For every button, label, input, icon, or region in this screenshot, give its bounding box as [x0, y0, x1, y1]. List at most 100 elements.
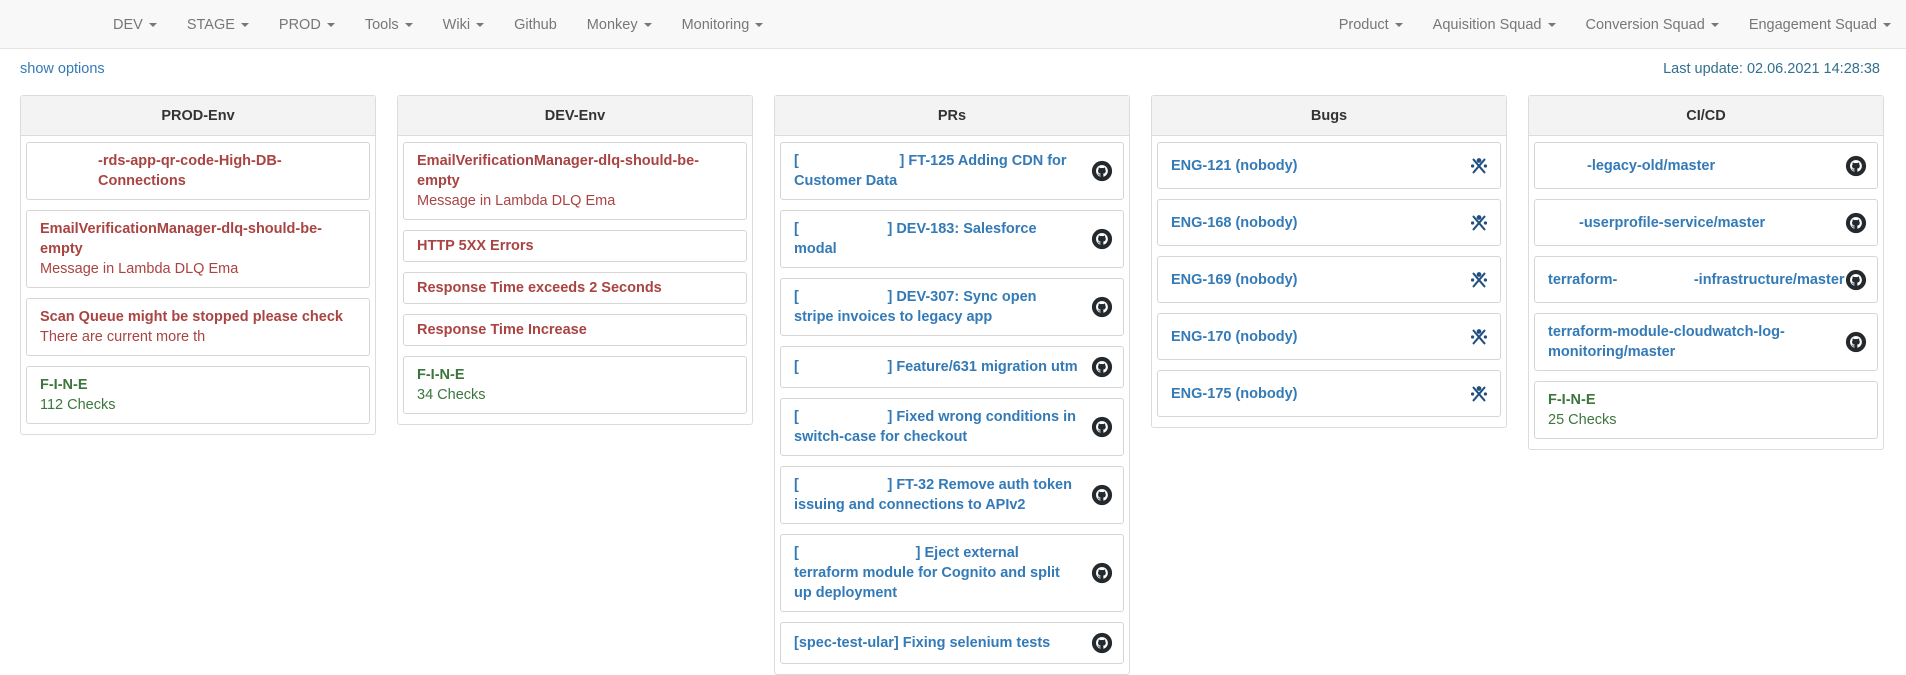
bug-item[interactable]: ENG-168 (nobody): [1157, 199, 1501, 246]
nav-label: Product: [1338, 16, 1389, 33]
alert-card[interactable]: -rds-app-qr-code-High-DB-Connections: [26, 142, 370, 200]
pr-item[interactable]: [ ] DEV-307: Sync open stripe invoices t…: [780, 278, 1124, 336]
last-update-text: Last update: 02.06.2021 14:28:38: [1663, 61, 1880, 77]
nav-dev-dropdown[interactable]: DEV: [98, 0, 172, 49]
alert-card[interactable]: Scan Queue might be stopped please check…: [26, 298, 370, 356]
nav-label: Wiki: [442, 16, 471, 33]
caret-down-icon: [240, 22, 249, 27]
github-icon: [1845, 155, 1867, 177]
github-icon: [1091, 160, 1113, 182]
panel-cicd: CI/CD -legacy-old/master -userprofile-se…: [1528, 95, 1884, 450]
jira-icon: [1468, 269, 1490, 291]
pr-title: [spec-test-ular] Fixing selenium tests: [794, 635, 1051, 651]
alert-title: HTTP 5XX Errors: [417, 238, 534, 254]
status-title: F-I-N-E: [1548, 392, 1596, 408]
bug-title: ENG-170 (nobody): [1171, 328, 1298, 345]
alert-card[interactable]: EmailVerificationManager-dlq-should-be-e…: [26, 210, 370, 288]
bug-title: ENG-121 (nobody): [1171, 157, 1298, 174]
nav-label: Monitoring: [681, 16, 750, 33]
nav-right: Product Aquisition Squad Conversion Squa…: [1324, 0, 1906, 49]
github-icon: [1091, 562, 1113, 584]
caret-down-icon: [1394, 22, 1403, 27]
nav-wiki-dropdown[interactable]: Wiki: [428, 0, 499, 49]
nav-prod-dropdown[interactable]: PROD: [264, 0, 350, 49]
pr-title: [ ] Fixed wrong conditions in switch-cas…: [794, 409, 1080, 445]
alert-title: Scan Queue might be stopped please check: [40, 309, 343, 325]
checks-count: 34 Checks: [417, 387, 486, 403]
jira-icon: [1468, 326, 1490, 348]
alert-card[interactable]: Response Time Increase: [403, 314, 747, 346]
pipeline-item[interactable]: -legacy-old/master: [1534, 142, 1878, 189]
pr-item[interactable]: [ ] FT-32 Remove auth token issuing and …: [780, 466, 1124, 524]
alert-card[interactable]: Response Time exceeds 2 Seconds: [403, 272, 747, 304]
caret-down-icon: [1547, 22, 1556, 27]
panel-prs: PRs [ ] FT-125 Adding CDN for Customer D…: [774, 95, 1130, 675]
github-icon: [1091, 356, 1113, 378]
pr-item[interactable]: [spec-test-ular] Fixing selenium tests: [780, 622, 1124, 664]
jira-icon: [1468, 212, 1490, 234]
alert-title: Response Time Increase: [417, 322, 587, 338]
nav-engagement-squad-dropdown[interactable]: Engagement Squad: [1734, 0, 1906, 49]
pr-title: [ ] Eject external terraform module for …: [794, 545, 1064, 601]
nav-product-dropdown[interactable]: Product: [1324, 0, 1418, 49]
pr-item[interactable]: [ ] FT-125 Adding CDN for Customer Data: [780, 142, 1124, 200]
bug-title: ENG-175 (nobody): [1171, 385, 1298, 402]
pr-item[interactable]: [ ] Eject external terraform module for …: [780, 534, 1124, 612]
status-ok-card: F-I-N-E 25 Checks: [1534, 381, 1878, 439]
caret-down-icon: [326, 22, 335, 27]
nav-github-link[interactable]: Github: [499, 0, 572, 49]
bug-item[interactable]: ENG-121 (nobody): [1157, 142, 1501, 189]
jira-icon: [1468, 383, 1490, 405]
github-icon: [1091, 632, 1113, 654]
nav-aquisition-squad-dropdown[interactable]: Aquisition Squad: [1418, 0, 1571, 49]
caret-down-icon: [1883, 22, 1891, 27]
nav-label: Github: [514, 16, 557, 33]
bug-item[interactable]: ENG-175 (nobody): [1157, 370, 1501, 417]
alert-title: -rds-app-qr-code-High-DB-Connections: [98, 153, 282, 189]
nav-label: Engagement Squad: [1748, 16, 1877, 33]
pipeline-item[interactable]: terraform-module-cloudwatch-log-monitori…: [1534, 313, 1878, 371]
alert-message: There are current more th: [40, 329, 206, 345]
pipeline-item[interactable]: terraform- -infrastructure/master: [1534, 256, 1878, 303]
nav-label: DEV: [113, 16, 143, 33]
github-icon: [1091, 416, 1113, 438]
pr-item[interactable]: [ ] Feature/631 migration utm: [780, 346, 1124, 388]
pipeline-item[interactable]: -userprofile-service/master: [1534, 199, 1878, 246]
status-title: F-I-N-E: [417, 367, 465, 383]
github-icon: [1845, 212, 1867, 234]
panel-bugs: Bugs ENG-121 (nobody) ENG-168 (nobody) E…: [1151, 95, 1507, 428]
caret-down-icon: [476, 22, 485, 27]
alert-card[interactable]: HTTP 5XX Errors: [403, 230, 747, 262]
pr-title: [ ] Feature/631 migration utm: [794, 359, 1078, 375]
bug-item[interactable]: ENG-170 (nobody): [1157, 313, 1501, 360]
checks-count: 25 Checks: [1548, 412, 1617, 428]
alert-title: EmailVerificationManager-dlq-should-be-e…: [40, 221, 322, 257]
alert-card[interactable]: EmailVerificationManager-dlq-should-be-e…: [403, 142, 747, 220]
pr-item[interactable]: [ ] Fixed wrong conditions in switch-cas…: [780, 398, 1124, 456]
nav-label: Conversion Squad: [1585, 16, 1705, 33]
nav-tools-dropdown[interactable]: Tools: [350, 0, 428, 49]
nav-stage-dropdown[interactable]: STAGE: [172, 0, 264, 49]
pr-item[interactable]: [ ] DEV-183: Salesforce modal: [780, 210, 1124, 268]
alert-message: Message in Lambda DLQ Ema: [417, 193, 616, 209]
panel-title: CI/CD: [1529, 96, 1883, 136]
nav-label: Tools: [364, 16, 399, 33]
alert-message: Message in Lambda DLQ Ema: [40, 261, 239, 277]
show-options-link[interactable]: show options: [20, 61, 105, 77]
nav-label: PROD: [278, 16, 321, 33]
panel-title: Bugs: [1152, 96, 1506, 136]
pr-title: [ ] DEV-183: Salesforce modal: [794, 221, 1041, 257]
status-ok-card: F-I-N-E 34 Checks: [403, 356, 747, 414]
bug-item[interactable]: ENG-169 (nobody): [1157, 256, 1501, 303]
pr-title: [ ] DEV-307: Sync open stripe invoices t…: [794, 289, 1041, 325]
pipeline-title: terraform- -infrastructure/master: [1548, 271, 1845, 288]
status-ok-card: F-I-N-E 112 Checks: [26, 366, 370, 424]
jira-icon: [1468, 155, 1490, 177]
status-title: F-I-N-E: [40, 377, 88, 393]
caret-down-icon: [755, 22, 764, 27]
panel-title: DEV-Env: [398, 96, 752, 136]
nav-monkey-dropdown[interactable]: Monkey: [572, 0, 667, 49]
alert-title: EmailVerificationManager-dlq-should-be-e…: [417, 153, 699, 189]
nav-monitoring-dropdown[interactable]: Monitoring: [667, 0, 779, 49]
nav-conversion-squad-dropdown[interactable]: Conversion Squad: [1571, 0, 1734, 49]
